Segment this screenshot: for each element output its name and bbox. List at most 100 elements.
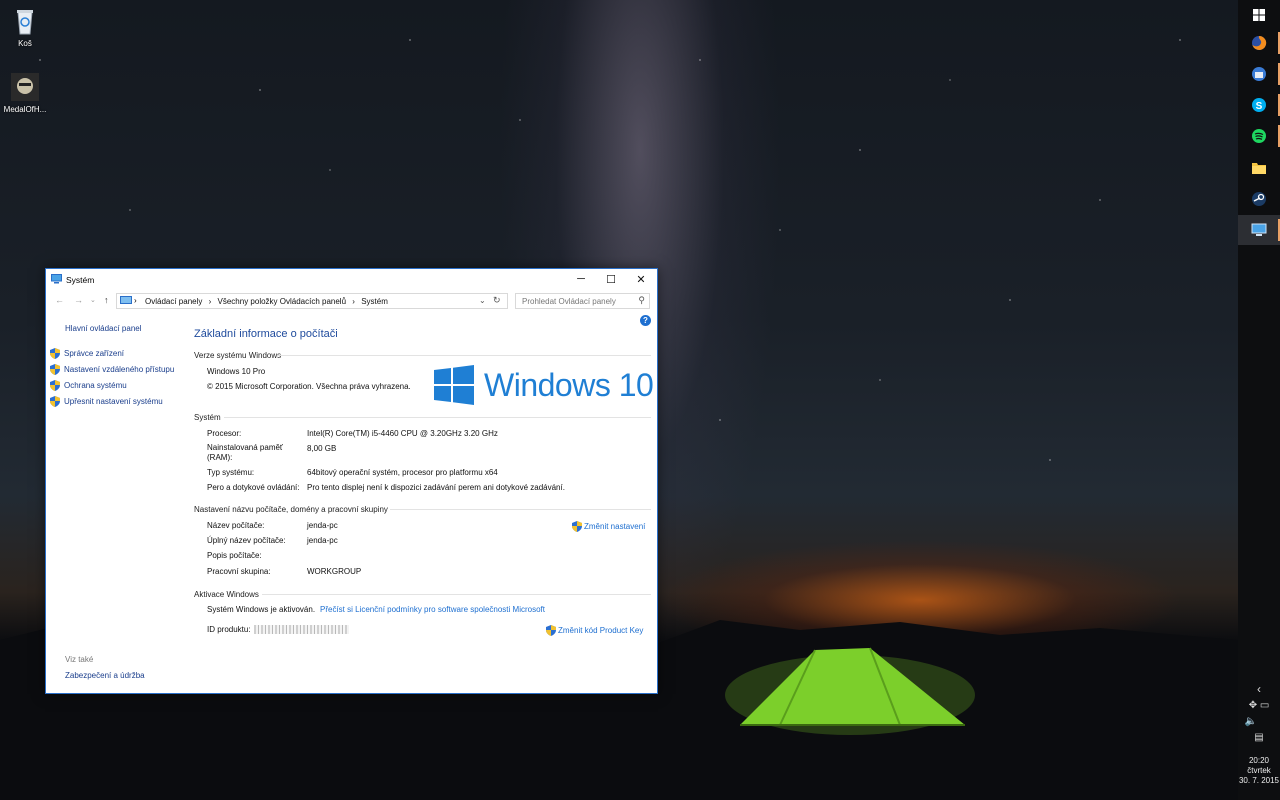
ram-label-line1: Nainstalovaná paměť <box>207 443 283 452</box>
uac-shield-icon <box>50 348 60 359</box>
windows-logo-icon <box>1253 9 1265 21</box>
main-content: ? Základní informace o počítači Verze sy… <box>194 315 654 693</box>
change-product-key-label: Změnit kód Product Key <box>558 626 644 635</box>
breadcrumb-all-items[interactable]: Všechny položky Ovládacích panelů <box>218 297 347 306</box>
maximize-button[interactable]: ☐ <box>596 269 626 289</box>
page-title: Základní informace o počítači <box>194 328 338 340</box>
breadcrumb-separator[interactable]: › <box>209 297 212 306</box>
sidebar-item-label: Upřesnit nastavení systému <box>64 397 163 406</box>
taskbar-thunderbird[interactable] <box>1238 59 1280 89</box>
processor-value: Intel(R) Core(TM) i5-4460 CPU @ 3.20GHz … <box>307 429 498 438</box>
section-divider <box>262 594 651 595</box>
breadcrumb-system[interactable]: Systém <box>361 297 388 306</box>
svg-text:S: S <box>1256 101 1263 112</box>
taskbar-spotify[interactable] <box>1238 121 1280 151</box>
search-box[interactable]: Prohledat Ovládací panely ⚲ <box>515 293 650 309</box>
desktop-icon-recycle-bin[interactable]: Koš <box>0 6 53 48</box>
address-dropdown-icon[interactable]: ⌄ <box>479 296 486 305</box>
section-heading-computer-name: Nastavení názvu počítače, domény a praco… <box>194 505 388 514</box>
taskbar-steam[interactable] <box>1238 184 1280 214</box>
clock-date: 30. 7. 2015 <box>1238 776 1280 785</box>
close-button[interactable]: ✕ <box>626 269 656 289</box>
breadcrumb-separator: › <box>134 296 137 305</box>
help-icon[interactable]: ? <box>640 315 651 326</box>
sidebar-item-device-manager[interactable]: Správce zařízení <box>50 348 124 359</box>
uac-shield-icon <box>572 521 582 532</box>
refresh-icon[interactable]: ↻ <box>493 295 501 306</box>
action-center-icon[interactable]: ▤ <box>1238 732 1280 743</box>
full-name-value: jenda-pc <box>307 536 338 545</box>
system-icon <box>51 274 62 286</box>
address-bar[interactable]: › Ovládací panely › Všechny položky Ovlá… <box>116 293 508 309</box>
change-settings-label: Změnit nastavení <box>584 522 646 531</box>
ram-label-line2: (RAM): <box>207 453 233 462</box>
network-icon[interactable]: ▭ <box>1260 700 1269 711</box>
windows-logo-text: Windows 10 <box>484 367 654 403</box>
taskbar-skype[interactable]: S <box>1238 90 1280 120</box>
forward-arrow-icon[interactable]: → <box>74 295 83 305</box>
sidebar-home-link[interactable]: Hlavní ovládací panel <box>65 324 142 333</box>
product-id-label: ID produktu: <box>207 625 251 634</box>
clock-day: čtvrtek <box>1247 766 1271 775</box>
desktop-icon-label: Koš <box>18 39 32 48</box>
sidebar-item-remote-settings[interactable]: Nastavení vzdáleného přístupu <box>50 364 174 375</box>
processor-label: Procesor: <box>207 429 242 438</box>
uac-shield-icon <box>546 625 556 636</box>
breadcrumb: Ovládací panely › Všechny položky Ovláda… <box>145 297 388 306</box>
security-maintenance-link[interactable]: Zabezpečení a údržba <box>65 671 145 680</box>
dropbox-icon[interactable]: ✥ <box>1249 700 1257 711</box>
taskbar: S ‹ ✥ ▭ 🔈 ▤ 20:20 čtvrtek 30. 7. 2015 <box>1238 0 1280 800</box>
workgroup-label: Pracovní skupina: <box>207 567 271 576</box>
up-arrow-icon[interactable]: ↑ <box>104 295 109 305</box>
title-bar[interactable]: Systém ─ ☐ ✕ <box>46 269 657 289</box>
taskbar-file-explorer[interactable] <box>1238 153 1280 183</box>
sidebar-item-advanced-settings[interactable]: Upřesnit nastavení systému <box>50 396 163 407</box>
recent-locations-icon[interactable]: ⌄ <box>90 296 96 304</box>
change-product-key-link[interactable]: Změnit kód Product Key <box>546 625 643 636</box>
uac-shield-icon <box>50 380 60 391</box>
computer-name-label: Název počítače: <box>207 521 265 530</box>
taskbar-firefox[interactable] <box>1238 28 1280 58</box>
tray-chevron-icon[interactable]: ‹ <box>1238 682 1280 696</box>
system-window: Systém ─ ☐ ✕ ← → ⌄ ↑ › Ovládací panely ›… <box>45 268 658 694</box>
ram-value: 8,00 GB <box>307 444 337 453</box>
sidebar: Hlavní ovládací panel Správce zařízení N… <box>46 315 186 693</box>
taskbar-system[interactable] <box>1238 215 1280 245</box>
clock-time: 20:20 <box>1248 756 1270 765</box>
section-heading-system: Systém <box>194 413 221 422</box>
search-placeholder: Prohledat Ovládací panely <box>522 297 616 306</box>
sidebar-item-label: Správce zařízení <box>64 349 125 358</box>
recycle-bin-icon <box>10 6 40 36</box>
sidebar-item-system-protection[interactable]: Ochrana systému <box>50 380 127 391</box>
firefox-icon <box>1252 35 1267 50</box>
volume-icon[interactable]: 🔈 <box>1230 716 1272 727</box>
wallpaper-tent <box>725 647 975 735</box>
activation-status: Systém Windows je aktivován. <box>207 605 316 614</box>
breadcrumb-separator[interactable]: › <box>352 297 355 306</box>
uac-shield-icon <box>50 396 60 407</box>
back-arrow-icon[interactable]: ← <box>55 295 64 305</box>
section-divider <box>224 417 651 418</box>
section-divider <box>278 355 651 356</box>
minimize-button[interactable]: ─ <box>566 269 596 289</box>
edition-copyright: © 2015 Microsoft Corporation. Všechna pr… <box>207 382 411 391</box>
system-type-label: Typ systému: <box>207 468 255 477</box>
tray-network-icons[interactable]: ✥ ▭ <box>1238 700 1280 711</box>
windows-10-logo: Windows 10 <box>434 365 654 407</box>
window-title: Systém <box>66 275 95 285</box>
see-also-heading: Viz také <box>65 655 94 664</box>
pen-touch-label: Pero a dotykové ovládání: <box>207 483 300 492</box>
desktop-icon-game[interactable]: MedalOfH... <box>0 72 53 114</box>
desktop-icon-label: MedalOfH... <box>3 105 47 114</box>
navigation-bar: ← → ⌄ ↑ › Ovládací panely › Všechny polo… <box>46 293 657 309</box>
folder-icon <box>1252 163 1266 174</box>
system-type-value: 64bitový operační systém, procesor pro p… <box>307 468 498 477</box>
windows-logo-icon <box>434 365 474 405</box>
start-button[interactable] <box>1238 0 1280 30</box>
breadcrumb-control-panel[interactable]: Ovládací panely <box>145 297 202 306</box>
license-terms-link[interactable]: Přečíst si Licenční podmínky pro softwar… <box>320 605 545 614</box>
clock[interactable]: 20:20 čtvrtek 30. 7. 2015 <box>1238 756 1280 786</box>
change-settings-link[interactable]: Změnit nastavení <box>572 521 645 532</box>
thunderbird-icon <box>1252 67 1266 81</box>
pen-touch-value: Pro tento displej není k dispozici zadáv… <box>307 483 565 492</box>
